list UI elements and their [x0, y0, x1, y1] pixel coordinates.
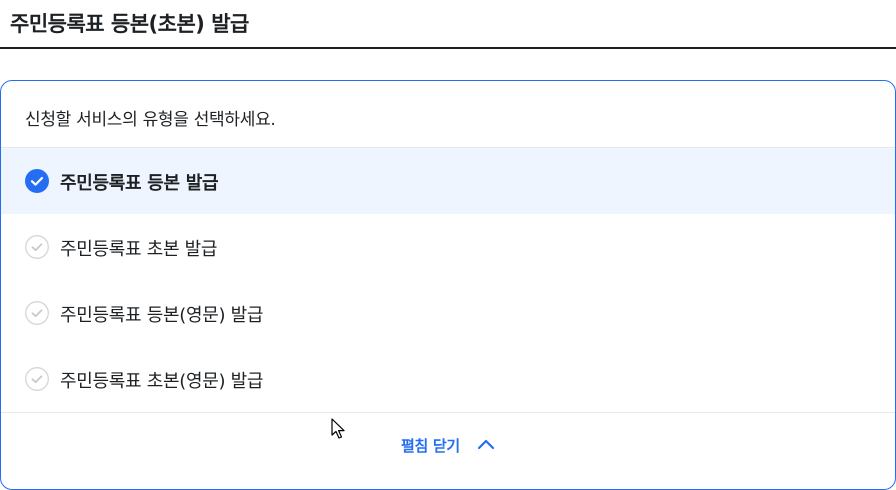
collapse-toggle-label: 펼침 닫기 — [401, 437, 460, 455]
option-resident-copy-english[interactable]: 주민등록표 등본(영문) 발급 — [1, 280, 895, 346]
check-circle-outline-icon — [25, 301, 49, 325]
mouse-cursor-icon — [331, 418, 345, 439]
check-circle-filled-icon — [25, 169, 49, 193]
check-circle-outline-icon — [25, 235, 49, 259]
service-type-selector: 신청할 서비스의 유형을 선택하세요. 주민등록표 등본 발급 주민등록표 초본… — [0, 80, 896, 490]
page-title: 주민등록표 등본(초본) 발급 — [10, 12, 249, 36]
chevron-up-icon — [477, 439, 495, 450]
option-resident-copy[interactable]: 주민등록표 등본 발급 — [1, 148, 895, 214]
collapse-toggle-button[interactable]: 펼침 닫기 — [389, 425, 509, 463]
selector-description: 신청할 서비스의 유형을 선택하세요. — [25, 110, 276, 130]
page-header: 주민등록표 등본(초본) 발급 — [0, 0, 896, 49]
option-label: 주민등록표 초본 발급 — [60, 239, 218, 260]
option-resident-abstract-english[interactable]: 주민등록표 초본(영문) 발급 — [1, 346, 895, 412]
option-label: 주민등록표 초본(영문) 발급 — [60, 371, 264, 392]
check-circle-outline-icon — [25, 367, 49, 391]
divider — [1, 412, 895, 413]
option-resident-abstract[interactable]: 주민등록표 초본 발급 — [1, 214, 895, 280]
option-label: 주민등록표 등본 발급 — [60, 173, 219, 194]
option-label: 주민등록표 등본(영문) 발급 — [60, 305, 264, 326]
